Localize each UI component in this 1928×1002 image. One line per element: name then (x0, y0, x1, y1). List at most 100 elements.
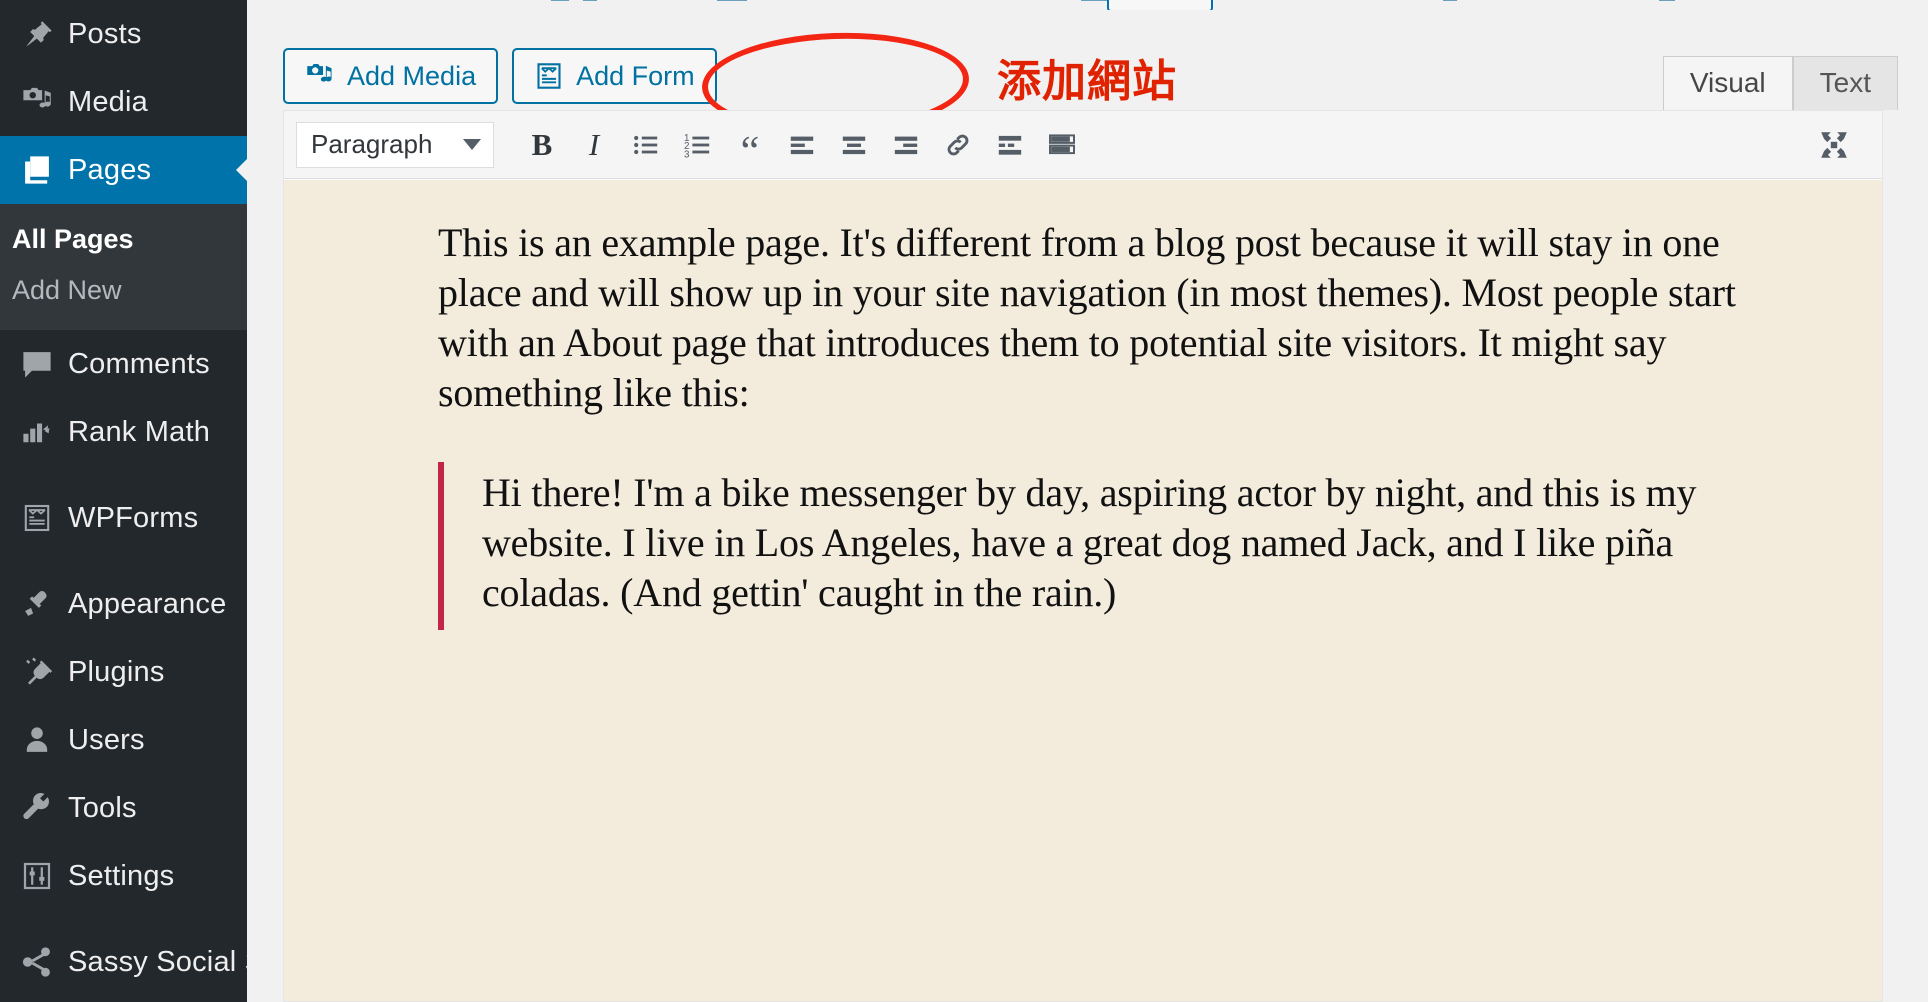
cutoff-marker (1659, 0, 1675, 1)
sidebar-item-settings[interactable]: Settings (0, 842, 247, 910)
add-form-icon (534, 61, 564, 91)
format-select[interactable]: Paragraph (296, 121, 494, 168)
insert-link-button[interactable] (932, 119, 984, 171)
wordpress-admin-screen: Posts Media Pages All Pages Add New Comm… (0, 0, 1928, 1002)
pin-icon (6, 17, 68, 51)
italic-glyph: I (588, 126, 600, 162)
sidebar-item-sassy-social-share[interactable]: Sassy Social Share (0, 928, 247, 996)
main-content-area: Add Media Add Form 添加網站 Visual Text Para… (247, 0, 1928, 1002)
sidebar-item-label: Appearance (68, 587, 227, 620)
sidebar-item-label: Media (68, 85, 148, 118)
submenu-item-add-new[interactable]: Add New (0, 265, 247, 316)
sidebar-item-label: Rank Math (68, 415, 211, 448)
align-center-icon (842, 136, 866, 154)
sidebar-item-media[interactable]: Media (0, 68, 247, 136)
add-media-button[interactable]: Add Media (283, 48, 499, 104)
submenu-item-label: Add New (12, 275, 122, 305)
cutoff-top-row (247, 0, 1928, 10)
sidebar-item-label: Plugins (68, 655, 165, 688)
italic-button[interactable]: I (568, 119, 620, 171)
content-blockquote-text: Hi there! I'm a bike messenger by day, a… (482, 470, 1697, 615)
toolbar-toggle-button[interactable] (1036, 119, 1088, 171)
cutoff-marker (583, 0, 597, 1)
cutoff-marker (1443, 0, 1457, 1)
cutoff-marker (717, 0, 747, 1)
menu-separator (0, 910, 247, 928)
sidebar-item-appearance[interactable]: Appearance (0, 570, 247, 638)
sidebar-item-posts[interactable]: Posts (0, 0, 247, 68)
fullscreen-button[interactable] (1808, 119, 1860, 171)
keyboard-icon (1049, 133, 1075, 154)
user-icon (6, 723, 68, 757)
bold-button[interactable]: B (516, 119, 568, 171)
blockquote-button[interactable]: “ (724, 119, 776, 176)
pages-icon (6, 153, 68, 187)
tab-visual-label: Visual (1689, 67, 1766, 98)
cutoff-publish-button[interactable] (1107, 0, 1213, 10)
align-left-icon (790, 136, 814, 154)
read-more-button[interactable] (984, 119, 1036, 171)
align-right-button[interactable] (880, 119, 932, 171)
blockquote-glyph: “ (740, 129, 760, 176)
sidebar-item-wpforms[interactable]: WPForms (0, 484, 247, 552)
admin-sidebar: Posts Media Pages All Pages Add New Comm… (0, 0, 247, 1002)
tab-text-label: Text (1819, 67, 1871, 98)
annotation-text: 添加網站 (997, 56, 1177, 107)
add-form-button[interactable]: Add Form (512, 48, 717, 104)
sidebar-item-rank-math[interactable]: Rank Math (0, 398, 247, 466)
right-gutter (1883, 110, 1928, 1002)
wrench-icon (6, 791, 68, 825)
content-blockquote: Hi there! I'm a bike messenger by day, a… (438, 462, 1764, 630)
bulleted-list-button[interactable] (620, 119, 672, 171)
fullscreen-icon (1821, 132, 1847, 158)
add-media-icon (305, 61, 335, 91)
sidebar-item-label: Sassy Social Share (68, 945, 247, 978)
link-icon (947, 134, 969, 155)
submenu-item-label: All Pages (12, 224, 134, 254)
editor-toolbar: Paragraph B I 1 2 3 “ (284, 111, 1882, 179)
sidebar-item-label: Posts (68, 17, 142, 50)
sidebar-item-label: Tools (68, 791, 137, 824)
settings-icon (6, 860, 68, 892)
sidebar-item-tools[interactable]: Tools (0, 774, 247, 842)
menu-separator (0, 466, 247, 484)
media-icon (6, 85, 68, 119)
cutoff-marker (551, 0, 569, 1)
numbered-list-button[interactable]: 1 2 3 (672, 119, 724, 171)
sidebar-item-label: Settings (68, 859, 175, 892)
editor-media-buttons: Add Media Add Form (283, 48, 717, 104)
plugin-icon (6, 655, 68, 689)
align-left-button[interactable] (776, 119, 828, 171)
sidebar-item-plugins[interactable]: Plugins (0, 638, 247, 706)
numbered-list-icon: 1 2 3 (684, 132, 710, 159)
sidebar-item-pages[interactable]: Pages (0, 136, 247, 204)
content-paragraph: This is an example page. It's different … (438, 220, 1736, 415)
bold-glyph: B (531, 126, 553, 162)
chevron-down-icon (463, 139, 481, 150)
sidebar-item-label: Users (68, 723, 145, 756)
add-form-label: Add Form (576, 60, 695, 91)
share-icon (6, 945, 68, 979)
brush-icon (6, 587, 68, 621)
editor-content[interactable]: This is an example page. It's different … (284, 180, 1882, 1001)
menu-separator (0, 552, 247, 570)
sidebar-item-label: Comments (68, 347, 210, 380)
bulleted-list-icon (634, 135, 658, 154)
rankmath-icon (6, 415, 68, 449)
submenu-item-all-pages[interactable]: All Pages (0, 214, 247, 265)
align-right-icon (894, 136, 918, 154)
pages-submenu: All Pages Add New (0, 204, 247, 330)
tab-visual[interactable]: Visual (1662, 56, 1793, 111)
sidebar-item-users[interactable]: Users (0, 706, 247, 774)
align-center-button[interactable] (828, 119, 880, 171)
svg-text:3: 3 (684, 149, 690, 158)
wpforms-icon (6, 502, 68, 534)
read-more-icon (998, 135, 1022, 155)
editor-panel: Paragraph B I 1 2 3 “ This is an example… (283, 110, 1883, 1002)
sidebar-item-label: Pages (68, 153, 152, 186)
editor-mode-tabs: Visual Text (1662, 56, 1898, 111)
tab-text[interactable]: Text (1792, 56, 1898, 111)
sidebar-item-label: WPForms (68, 501, 199, 534)
format-select-value: Paragraph (311, 129, 433, 159)
sidebar-item-comments[interactable]: Comments (0, 330, 247, 398)
